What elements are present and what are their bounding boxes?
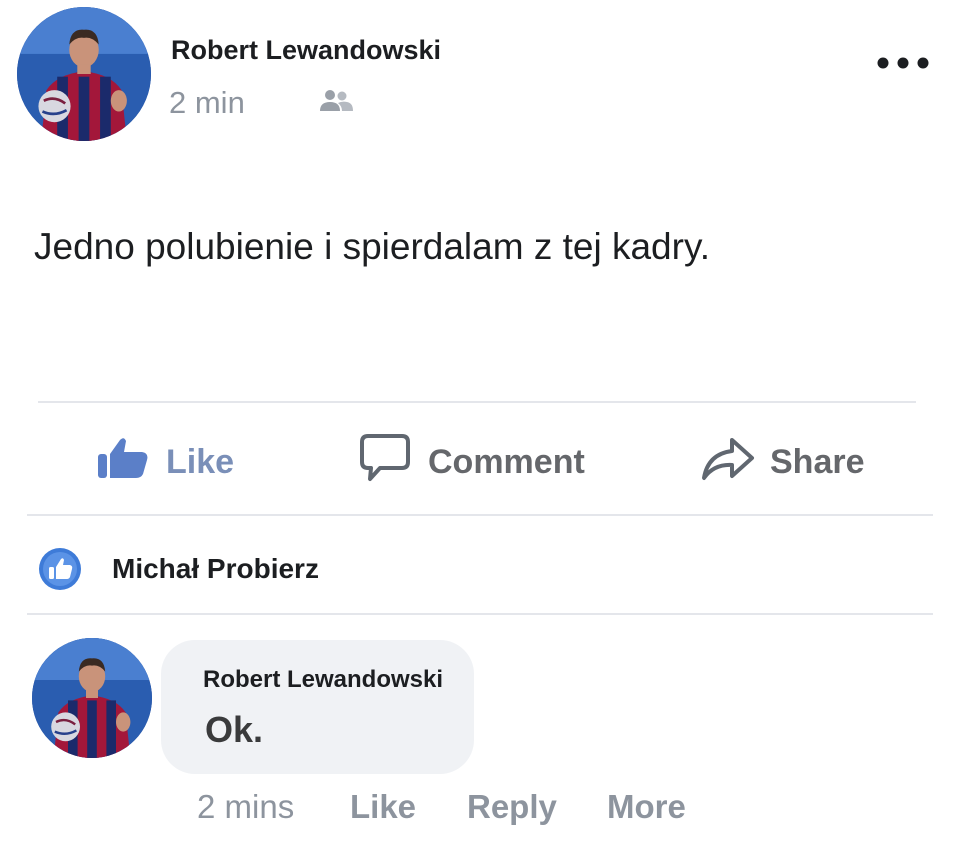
comment-bubble-icon [358, 432, 414, 493]
comment-bubble [161, 640, 474, 774]
share-button[interactable]: Share [700, 432, 865, 492]
thumbs-up-icon [96, 436, 152, 489]
post-author-name[interactable]: Robert Lewandowski [171, 35, 441, 66]
post-timestamp[interactable]: 2 min [169, 85, 245, 121]
like-label: Like [166, 442, 235, 481]
divider [38, 401, 916, 403]
post-text: Jedno polubienie i spierdalam z tej kadr… [34, 226, 710, 267]
comment-like-link[interactable]: Like [350, 788, 416, 826]
share-label: Share [770, 442, 865, 481]
avatar-photo-icon [17, 7, 151, 141]
comment-label: Comment [428, 442, 585, 481]
author-avatar[interactable] [17, 7, 151, 141]
comment-reply-link[interactable]: Reply [467, 788, 557, 826]
like-badge-icon[interactable] [38, 547, 82, 591]
more-dots-icon[interactable] [876, 55, 930, 71]
divider [27, 613, 933, 615]
avatar-photo-icon [32, 638, 152, 758]
divider [27, 514, 933, 516]
comment-text: Ok. [205, 709, 264, 750]
share-arrow-icon [700, 434, 756, 491]
comment-more-link[interactable]: More [607, 788, 686, 826]
friends-icon[interactable] [318, 89, 354, 113]
comment-button[interactable]: Comment [358, 432, 585, 492]
comment-author-name[interactable]: Robert Lewandowski [203, 666, 443, 694]
like-button[interactable]: Like [96, 432, 234, 492]
reactor-name[interactable]: Michał Probierz [112, 553, 319, 585]
comment-timestamp[interactable]: 2 mins [197, 788, 294, 826]
commenter-avatar[interactable] [32, 638, 152, 758]
